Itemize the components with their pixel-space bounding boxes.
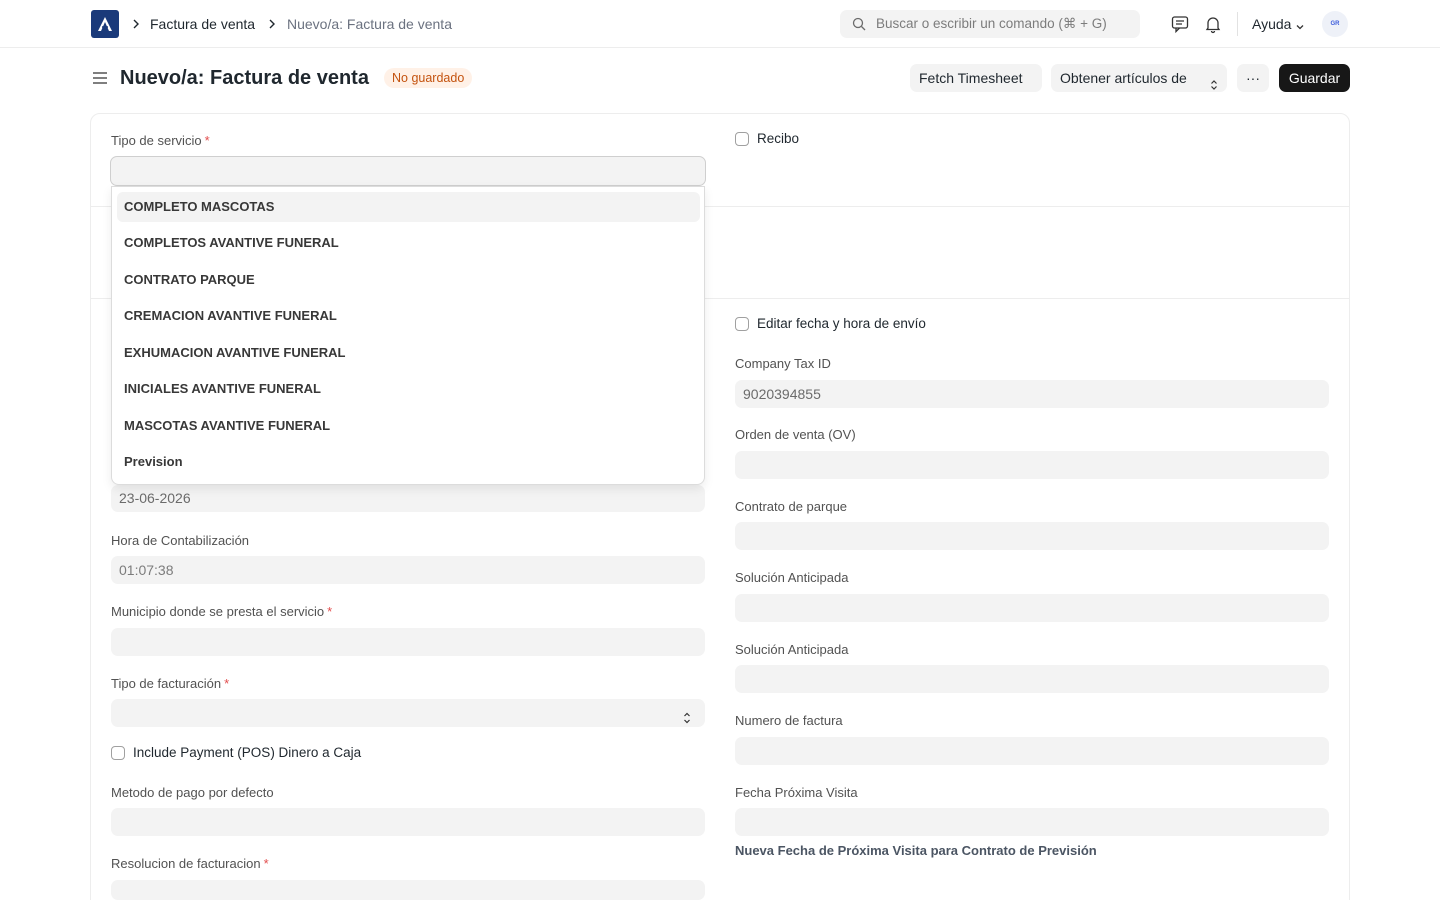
up-down-chevron-icon — [683, 706, 691, 734]
billing-resolution-input[interactable] — [111, 880, 705, 900]
app-logo-icon — [98, 17, 112, 31]
sales-order-label: Orden de venta (OV) — [735, 427, 856, 442]
top-navbar: Factura de venta Nuevo/a: Factura de ven… — [0, 0, 1440, 48]
bell-icon[interactable] — [1203, 14, 1223, 34]
billing-resolution-label: Resolucion de facturacion * — [111, 856, 269, 871]
default-payment-method-label: Metodo de pago por defecto — [111, 785, 274, 800]
advance-solution-label: Solución Anticipada — [735, 570, 849, 585]
next-visit-date-input[interactable] — [735, 808, 1329, 836]
up-down-chevron-icon — [1210, 72, 1218, 100]
receipt-label: Recibo — [757, 131, 800, 146]
posting-time-input[interactable]: 01:07:38 — [111, 556, 705, 584]
dropdown-option[interactable]: EXHUMACION AVANTIVE FUNERAL — [117, 338, 700, 368]
next-visit-note: Nueva Fecha de Próxima Visita para Contr… — [735, 843, 1097, 858]
service-type-label: Tipo de servicio * — [111, 133, 210, 148]
search-bar[interactable]: Buscar o escribir un comando (⌘ + G) — [840, 10, 1140, 38]
status-badge: No guardado — [384, 68, 473, 88]
dropdown-option[interactable]: MASCOTAS AVANTIVE FUNERAL — [117, 411, 700, 441]
hamburger-menu-icon[interactable] — [91, 69, 109, 92]
posting-date-input[interactable]: 23-06-2026 — [111, 485, 705, 512]
chevron-down-icon[interactable] — [1295, 19, 1305, 37]
edit-posting-label: Editar fecha y hora de envío — [757, 316, 926, 331]
get-items-from-label: Obtener artículos de — [1060, 70, 1187, 86]
more-actions-button[interactable]: ··· — [1237, 64, 1269, 92]
app-logo[interactable] — [91, 10, 119, 38]
park-contract-label: Contrato de parque — [735, 499, 848, 514]
municipality-input[interactable] — [111, 628, 705, 656]
default-payment-method-input[interactable] — [111, 808, 705, 836]
park-contract-input[interactable] — [735, 522, 1329, 550]
page-title: Nuevo/a: Factura de venta — [120, 67, 369, 89]
dropdown-option[interactable]: CONTRATO PARQUE — [117, 265, 700, 295]
help-menu[interactable]: Ayuda — [1252, 15, 1291, 33]
service-type-dropdown: COMPLETO MASCOTAS COMPLETOS AVANTIVE FUN… — [111, 186, 705, 485]
save-button[interactable]: Guardar — [1279, 64, 1350, 92]
invoice-number-input[interactable] — [735, 737, 1329, 765]
include-payment-checkbox[interactable] — [111, 746, 125, 760]
dropdown-option[interactable]: INICIALES AVANTIVE FUNERAL — [117, 374, 700, 404]
dropdown-option[interactable]: Prevision — [117, 447, 700, 477]
billing-type-label: Tipo de facturación * — [111, 676, 230, 691]
dropdown-option[interactable]: CREMACION AVANTIVE FUNERAL — [117, 301, 700, 331]
breadcrumb-factura-de-venta[interactable]: Factura de venta — [150, 15, 255, 33]
chevron-right-icon — [131, 16, 141, 32]
billing-type-select[interactable] — [111, 699, 705, 727]
chat-icon[interactable] — [1170, 14, 1190, 34]
advance-solution-label-2: Solución Anticipada — [735, 642, 849, 657]
include-payment-label: Include Payment (POS) Dinero a Caja — [133, 745, 362, 760]
advance-solution-input-2[interactable] — [735, 665, 1329, 693]
dropdown-option[interactable]: COMPLETO MASCOTAS — [117, 192, 700, 222]
search-icon — [852, 17, 866, 36]
invoice-number-label: Numero de factura — [735, 713, 843, 728]
breadcrumb-current-page[interactable]: Nuevo/a: Factura de venta — [287, 15, 452, 33]
posting-time-label: Hora de Contabilización — [111, 533, 250, 548]
municipality-label: Municipio donde se presta el servicio * — [111, 604, 333, 619]
get-items-from-button[interactable]: Obtener artículos de — [1051, 64, 1227, 92]
company-tax-id-label: Company Tax ID — [735, 356, 831, 371]
edit-posting-checkbox[interactable] — [735, 317, 749, 331]
next-visit-date-label: Fecha Próxima Visita — [735, 785, 858, 800]
navbar-divider — [1237, 12, 1238, 36]
company-tax-id-input[interactable]: 9020394855 — [735, 380, 1329, 408]
sales-order-input[interactable] — [735, 451, 1329, 479]
receipt-checkbox[interactable] — [735, 132, 749, 146]
user-avatar[interactable]: GR — [1322, 11, 1348, 37]
dropdown-option[interactable]: COMPLETOS AVANTIVE FUNERAL — [117, 228, 700, 258]
advance-solution-input[interactable] — [735, 594, 1329, 622]
service-type-input[interactable] — [110, 156, 706, 186]
fetch-timesheet-button[interactable]: Fetch Timesheet — [910, 64, 1042, 92]
chevron-right-icon — [267, 16, 277, 32]
search-placeholder: Buscar o escribir un comando (⌘ + G) — [876, 16, 1107, 31]
